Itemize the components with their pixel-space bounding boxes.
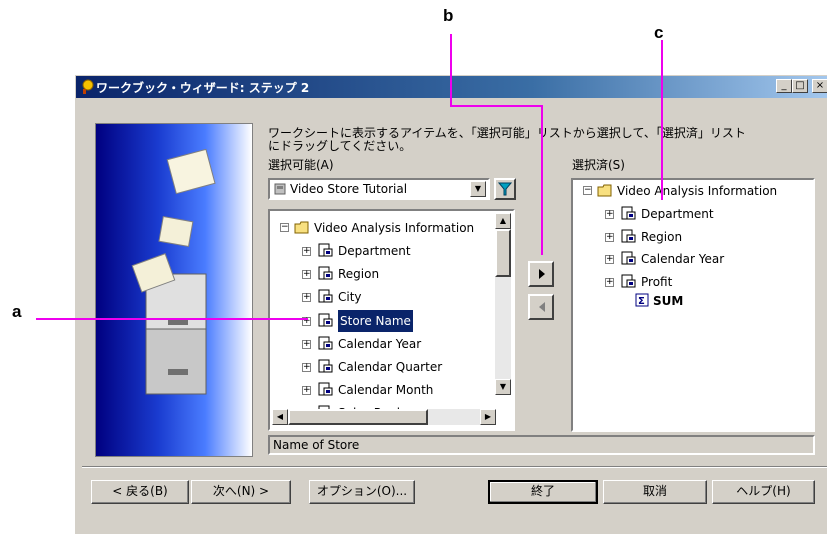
- expand-icon[interactable]: +: [605, 255, 614, 264]
- tree-item-label: Region: [338, 267, 380, 282]
- tree-item-label: Calendar Month: [338, 383, 434, 398]
- wizard-side-image: [95, 123, 253, 457]
- scroll-thumb[interactable]: [495, 229, 511, 277]
- folder-icon: [294, 221, 309, 234]
- selected-items-tree[interactable]: − Video Analysis Information + Department…: [571, 178, 815, 432]
- callout-b-line: [450, 105, 543, 107]
- callout-c-line: [661, 40, 663, 200]
- close-icon: ×: [815, 80, 825, 91]
- tree-item-label: Calendar Year: [338, 336, 422, 351]
- callout-b-line: [541, 105, 543, 255]
- find-items-button[interactable]: [494, 178, 516, 200]
- selected-label: 選択済(S): [572, 158, 625, 172]
- item-folder-icon: [318, 243, 333, 257]
- expand-icon[interactable]: +: [302, 386, 311, 396]
- item-folder-icon: [621, 206, 636, 220]
- minimize-button[interactable]: _: [776, 79, 792, 93]
- help-button[interactable]: ヘルプ(H): [712, 480, 815, 504]
- button-separator: [82, 466, 827, 468]
- scroll-left-icon[interactable]: ◀: [272, 409, 288, 425]
- sum-icon: Σ: [635, 293, 649, 307]
- description-field: Name of Store: [268, 435, 815, 455]
- item-folder-icon: [318, 266, 333, 280]
- back-button[interactable]: < 戻る(B): [91, 480, 189, 504]
- business-area-icon: [274, 183, 286, 195]
- tree-item-label: Calendar Quarter: [338, 360, 443, 374]
- tree-item-label: City: [338, 290, 362, 305]
- add-item-button[interactable]: [528, 261, 554, 287]
- arrow-right-icon: [539, 269, 545, 279]
- svg-text:Σ: Σ: [638, 296, 645, 307]
- arrow-left-icon: [539, 302, 545, 312]
- item-folder-icon: [318, 289, 333, 303]
- funnel-icon: [498, 182, 512, 196]
- collapse-icon[interactable]: −: [583, 186, 592, 195]
- sum-label: SUM: [653, 294, 684, 308]
- tree-item-label: Region: [641, 229, 683, 244]
- selected-root-label: Video Analysis Information: [617, 184, 778, 198]
- tree-item-label: Department: [641, 207, 714, 221]
- scroll-right-icon[interactable]: ▶: [480, 409, 496, 425]
- folder-icon: [597, 184, 612, 197]
- maximize-button[interactable]: □: [792, 79, 808, 93]
- instruction-line-2: にドラッグしてください。: [268, 139, 412, 153]
- scroll-down-icon[interactable]: ▼: [495, 379, 511, 395]
- filing-cabinet-illustration: [131, 148, 216, 395]
- item-folder-icon: [318, 336, 333, 350]
- tree-item-label: Department: [338, 244, 411, 258]
- horizontal-scrollbar[interactable]: ◀ ▶: [272, 409, 496, 425]
- item-folder-icon: [318, 359, 333, 373]
- dropdown-arrow-icon[interactable]: ▼: [470, 181, 486, 197]
- remove-item-button[interactable]: [528, 294, 554, 320]
- available-label: 選択可能(A): [268, 158, 334, 172]
- available-items-tree[interactable]: − Video Analysis Information + Department…: [268, 209, 515, 431]
- minimize-icon: _: [781, 80, 787, 91]
- vertical-scrollbar[interactable]: ▲ ▼: [495, 213, 511, 395]
- options-button[interactable]: オプション(O)...: [309, 480, 415, 504]
- wizard-app-icon: [82, 79, 94, 94]
- tree-item-label: Calendar Year: [641, 252, 725, 266]
- expand-icon[interactable]: +: [605, 210, 614, 219]
- item-folder-icon: [318, 382, 333, 396]
- callout-b-line: [450, 34, 452, 107]
- window-title: ワークブック・ウィザード: ステップ 2: [96, 81, 310, 95]
- next-button[interactable]: 次へ(N) >: [191, 480, 291, 504]
- item-folder-icon: [318, 313, 333, 327]
- item-folder-icon: [621, 229, 636, 242]
- expand-icon[interactable]: +: [605, 232, 614, 242]
- callout-a: a: [12, 302, 22, 321]
- expand-icon[interactable]: +: [302, 293, 311, 303]
- business-area-dropdown[interactable]: Video Store Tutorial ▼: [268, 178, 490, 200]
- callout-b: b: [443, 6, 454, 25]
- scroll-up-icon[interactable]: ▲: [495, 213, 511, 229]
- maximize-icon: □: [795, 80, 805, 91]
- close-button[interactable]: ×: [812, 79, 827, 93]
- collapse-icon[interactable]: −: [280, 223, 289, 232]
- finish-button[interactable]: 終了: [488, 480, 598, 504]
- callout-a-line: [36, 318, 308, 320]
- measure-folder-icon: [621, 274, 636, 287]
- expand-icon[interactable]: +: [302, 270, 311, 280]
- tree-root-label: Video Analysis Information: [314, 221, 475, 235]
- h-scroll-thumb[interactable]: [288, 409, 428, 425]
- expand-icon[interactable]: +: [302, 247, 311, 256]
- expand-icon[interactable]: +: [302, 363, 311, 372]
- description-text: Name of Store: [273, 438, 360, 452]
- item-folder-icon: [621, 251, 636, 265]
- tree-item-label: Store Name: [338, 309, 413, 332]
- dropdown-value: Video Store Tutorial: [290, 182, 408, 196]
- expand-icon[interactable]: +: [605, 277, 614, 287]
- expand-icon[interactable]: +: [302, 339, 311, 349]
- cancel-button[interactable]: 取消: [603, 480, 707, 504]
